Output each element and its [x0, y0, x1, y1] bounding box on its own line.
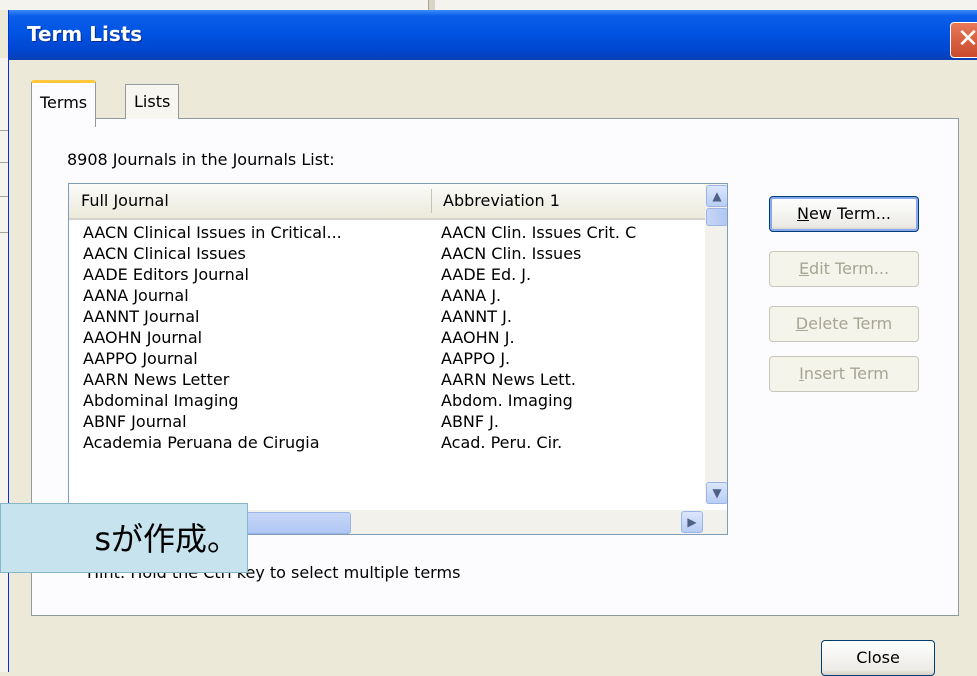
column-divider[interactable] [431, 189, 432, 213]
list-rows: AACN Clinical Issues in Critical... AACN … [69, 222, 705, 453]
title-bar[interactable]: Term Lists ✕ [9, 10, 977, 60]
close-button[interactable]: Close [821, 640, 935, 676]
column-header-abbreviation[interactable]: Abbreviation 1 [435, 184, 703, 218]
list-item[interactable]: AAPPO Journal AAPPO J. [69, 348, 705, 369]
edit-term-accel: E [798, 259, 810, 278]
list-item[interactable]: AACN Clinical Issues in Critical... AACN … [69, 222, 705, 243]
vertical-scroll-thumb[interactable] [706, 208, 727, 226]
abbreviation-cell: Acad. Peru. Cir. [441, 433, 563, 452]
edit-term-label: dit Term... [809, 259, 890, 278]
abbreviation-cell: AACN Clin. Issues [441, 244, 582, 263]
list-item[interactable]: AACN Clinical Issues AACN Clin. Issues [69, 243, 705, 264]
new-term-accel: N [796, 204, 809, 223]
full-journal-cell: AANNT Journal [83, 307, 200, 326]
list-item[interactable]: AAOHN Journal AAOHN J. [69, 327, 705, 348]
scroll-right-button[interactable]: ▶ [681, 511, 703, 533]
new-term-button[interactable]: New Term... [769, 196, 919, 232]
abbreviation-cell: AAPPO J. [441, 349, 511, 368]
journal-count-label: 8908 Journals in the Journals List: [67, 150, 335, 169]
tab-terms[interactable]: Terms [31, 80, 97, 127]
vertical-scrollbar[interactable]: ▲ ▼ [705, 184, 727, 504]
abbreviation-cell: AANNT J. [441, 307, 512, 326]
scroll-down-button[interactable]: ▼ [706, 482, 727, 504]
list-item[interactable]: Abdominal Imaging Abdom. Imaging [69, 390, 705, 411]
list-item[interactable]: AANA Journal AANA J. [69, 285, 705, 306]
full-journal-cell: AACN Clinical Issues [83, 244, 246, 263]
full-journal-cell: Abdominal Imaging [83, 391, 239, 410]
list-item[interactable]: ABNF Journal ABNF J. [69, 411, 705, 432]
window-title: Term Lists [27, 22, 143, 46]
full-journal-cell: AAOHN Journal [83, 328, 203, 347]
full-journal-cell: AANA Journal [83, 286, 189, 305]
abbreviation-cell: AANA J. [441, 286, 502, 305]
list-item[interactable]: AANNT Journal AANNT J. [69, 306, 705, 327]
list-item[interactable]: AADE Editors Journal AADE Ed. J. [69, 264, 705, 285]
delete-term-accel: D [795, 314, 809, 333]
list-item[interactable]: AARN News Letter AARN News Lett. [69, 369, 705, 390]
insert-term-label: nsert Term [803, 364, 889, 383]
new-term-label: ew Term... [808, 204, 892, 223]
list-item[interactable]: Academia Peruana de Cirugia Acad. Peru. C… [69, 432, 705, 453]
full-journal-cell: AAPPO Journal [83, 349, 198, 368]
abbreviation-cell: AARN News Lett. [441, 370, 576, 389]
abbreviation-cell: AADE Ed. J. [441, 265, 532, 284]
caption-text: sが作成。 [94, 520, 239, 558]
tab-lists[interactable]: Lists [125, 84, 180, 119]
full-journal-cell: AARN News Letter [83, 370, 230, 389]
list-header: Full Journal Abbreviation 1 [69, 184, 705, 220]
edit-term-button[interactable]: Edit Term... [769, 251, 919, 287]
full-journal-cell: AACN Clinical Issues in Critical... [83, 223, 342, 242]
insert-term-button[interactable]: Insert Term [769, 356, 919, 392]
abbreviation-cell: ABNF J. [441, 412, 499, 431]
column-header-full-journal[interactable]: Full Journal [73, 184, 421, 218]
full-journal-cell: AADE Editors Journal [83, 265, 249, 284]
full-journal-cell: Academia Peruana de Cirugia [83, 433, 320, 452]
scroll-up-button[interactable]: ▲ [706, 185, 727, 207]
full-journal-cell: ABNF Journal [83, 412, 187, 431]
background-window-top [0, 0, 977, 10]
caption-overlay: sが作成。 [0, 503, 248, 573]
abbreviation-cell: AAOHN J. [441, 328, 515, 347]
delete-term-label: elete Term [808, 314, 893, 333]
delete-term-button[interactable]: Delete Term [769, 306, 919, 342]
close-icon[interactable]: ✕ [950, 22, 977, 58]
background-splitter [428, 0, 435, 10]
abbreviation-cell: AACN Clin. Issues Crit. C [441, 223, 637, 242]
journals-list[interactable]: Full Journal Abbreviation 1 AACN Clinica… [68, 183, 728, 535]
abbreviation-cell: Abdom. Imaging [441, 391, 573, 410]
